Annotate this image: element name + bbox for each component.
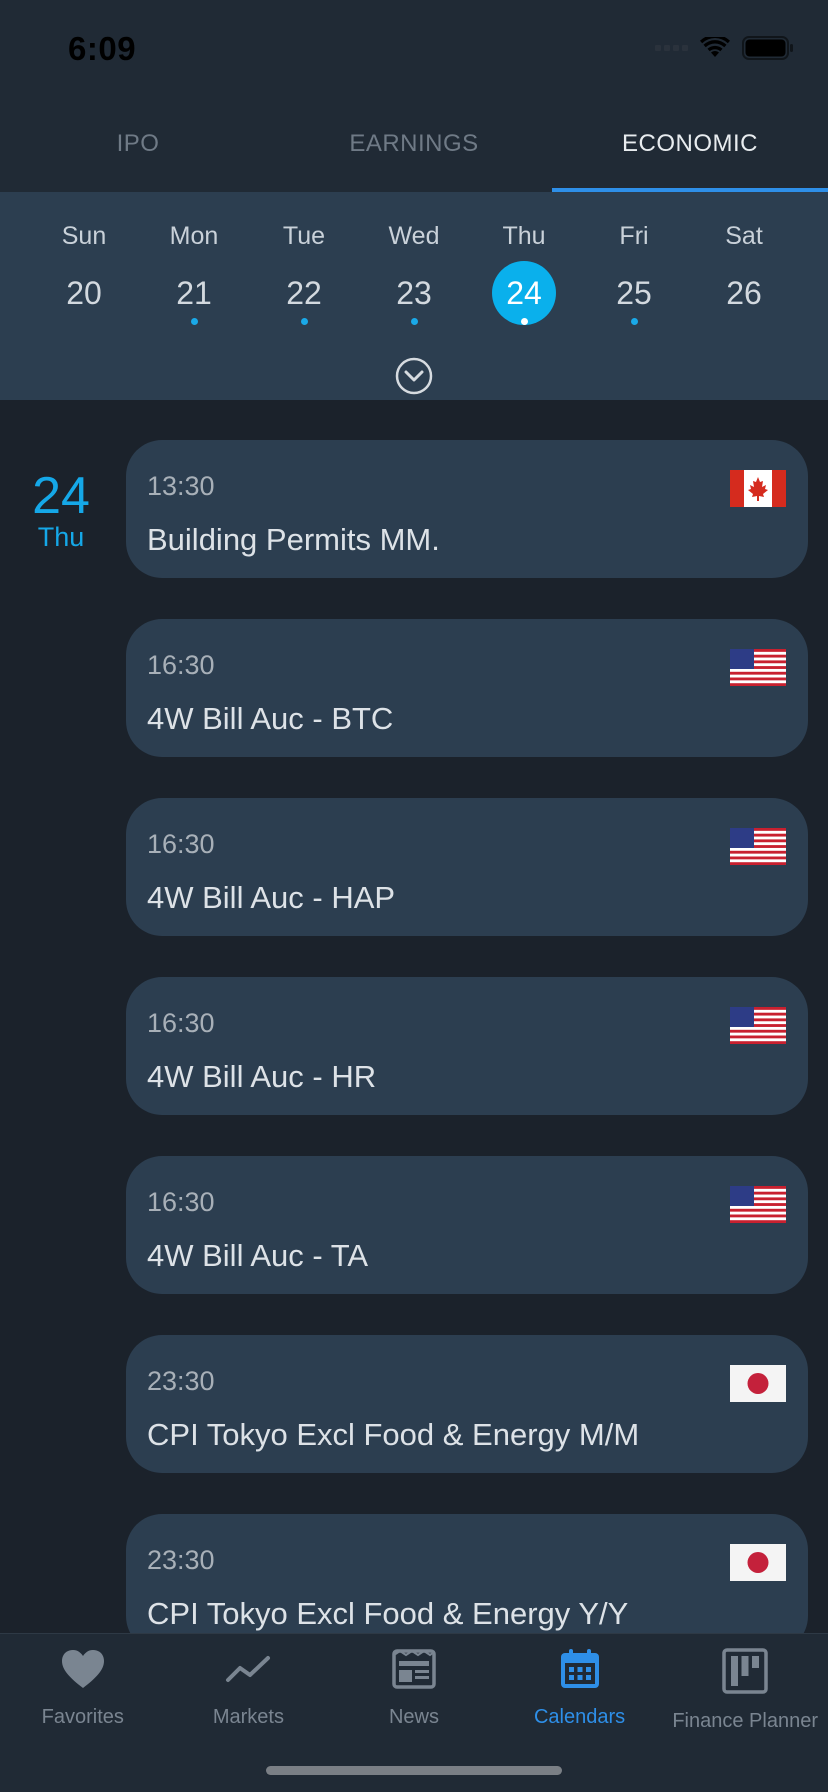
heart-icon	[61, 1650, 104, 1688]
weekday-label: Sat	[725, 222, 763, 250]
chevron-circle-down-icon[interactable]	[394, 356, 434, 396]
calendar-type-tabs: IPO EARNINGS ECONOMIC	[0, 100, 828, 192]
event-title: 4W Bill Auc - TA	[147, 1238, 369, 1273]
event-indicator-dot	[300, 318, 308, 325]
date-cell[interactable]: 23	[359, 272, 469, 342]
event-list[interactable]: 24 Thu 13:30 Building Permits MM. 16:30 …	[0, 400, 828, 1633]
cellular-signal-icon	[655, 45, 688, 51]
event-time: 16:30	[147, 1008, 215, 1038]
event-indicator-dot	[190, 318, 198, 325]
date-cell[interactable]: 25	[579, 272, 689, 342]
us-flag-icon	[730, 1186, 786, 1223]
wifi-icon	[700, 37, 730, 57]
tabbar-label: News	[388, 1706, 439, 1728]
tabbar-label: Finance Planner	[672, 1710, 818, 1732]
event-title: CPI Tokyo Excl Food & Energy M/M	[147, 1417, 640, 1452]
tabbar-label: Markets	[212, 1706, 284, 1728]
japan-flag-icon	[730, 1365, 786, 1402]
weekday-label: Thu	[502, 222, 546, 250]
day-header: 24 Thu	[28, 470, 94, 552]
day-header-name: Thu	[37, 522, 85, 552]
tab-earnings[interactable]: EARNINGS	[276, 100, 552, 192]
event-title: 4W Bill Auc - BTC	[147, 701, 394, 736]
battery-icon	[742, 36, 793, 60]
date-number: 25	[616, 275, 652, 311]
event-time: 13:30	[147, 471, 215, 501]
status-bar: 6:09	[0, 0, 828, 100]
event-card[interactable]: 13:30 Building Permits MM.	[126, 440, 808, 578]
event-time: 23:30	[147, 1545, 215, 1575]
weekday-label: Fri	[619, 222, 649, 250]
us-flag-icon	[730, 649, 786, 686]
date-number: 21	[176, 275, 212, 311]
date-row: 20 21 22 23 24 25 26	[29, 261, 799, 342]
tabbar-label: Calendars	[533, 1706, 626, 1728]
date-cell[interactable]: 20	[29, 272, 139, 342]
date-number: 26	[726, 275, 762, 311]
event-time: 16:30	[147, 650, 215, 680]
japan-flag-icon	[730, 1544, 786, 1581]
tab-economic[interactable]: ECONOMIC	[552, 100, 828, 192]
date-number: 22	[286, 275, 322, 311]
canada-flag-icon	[730, 470, 786, 507]
weekday-label: Mon	[169, 222, 219, 250]
date-cell[interactable]: 21	[139, 272, 249, 342]
event-title: 4W Bill Auc - HR	[147, 1059, 377, 1094]
calendar-icon	[560, 1649, 599, 1688]
date-cell[interactable]: 26	[689, 272, 799, 342]
weekday-label: Sun	[61, 222, 107, 250]
kanban-board-icon	[722, 1648, 768, 1694]
event-card[interactable]: 23:30 CPI Tokyo Excl Food & Energy M/M	[126, 1335, 808, 1473]
status-time: 6:09	[68, 30, 137, 67]
event-title: CPI Tokyo Excl Food & Energy Y/Y	[147, 1596, 629, 1631]
event-indicator-dot	[630, 318, 638, 325]
trend-line-icon	[226, 1656, 271, 1682]
date-number: 23	[396, 275, 432, 311]
event-indicator-dot	[520, 318, 528, 325]
event-time: 16:30	[147, 829, 215, 859]
event-time: 23:30	[147, 1366, 215, 1396]
date-cell-selected[interactable]: 24	[469, 261, 579, 342]
week-strip: Sun Mon Tue Wed Thu Fri Sat 20 21 22 23 …	[0, 192, 828, 400]
home-indicator[interactable]	[266, 1766, 562, 1775]
date-number: 20	[66, 275, 102, 311]
us-flag-icon	[730, 1007, 786, 1044]
tab-ipo[interactable]: IPO	[0, 100, 276, 192]
tabbar-item-favorites[interactable]: Favorites	[0, 1634, 166, 1792]
date-number: 24	[492, 261, 556, 325]
tabbar-item-finance-planner[interactable]: Finance Planner	[662, 1634, 828, 1792]
day-header-number: 24	[32, 467, 90, 525]
weekday-labels: Sun Mon Tue Wed Thu Fri Sat	[29, 222, 799, 251]
tabbar-label: Favorites	[41, 1706, 124, 1728]
event-title: Building Permits MM.	[147, 522, 440, 557]
event-title: 4W Bill Auc - HAP	[147, 880, 396, 915]
status-icons	[655, 36, 794, 60]
us-flag-icon	[730, 828, 786, 865]
event-card[interactable]: 16:30 4W Bill Auc - HAP	[126, 798, 808, 936]
event-card[interactable]: 16:30 4W Bill Auc - BTC	[126, 619, 808, 757]
event-indicator-dot	[410, 318, 418, 325]
date-cell[interactable]: 22	[249, 272, 359, 342]
event-card[interactable]: 16:30 4W Bill Auc - HR	[126, 977, 808, 1115]
event-card[interactable]: 16:30 4W Bill Auc - TA	[126, 1156, 808, 1294]
weekday-label: Wed	[388, 222, 440, 250]
event-card[interactable]: 23:30 CPI Tokyo Excl Food & Energy Y/Y	[126, 1514, 808, 1633]
weekday-label: Tue	[282, 222, 326, 250]
newspaper-icon	[392, 1649, 436, 1689]
event-time: 16:30	[147, 1187, 215, 1217]
